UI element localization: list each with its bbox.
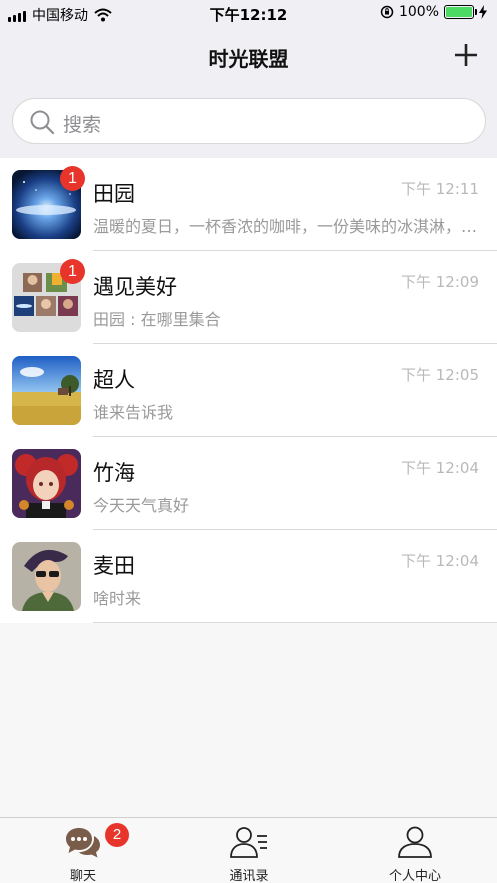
chat-item[interactable]: 麦田 下午 12:04 啥时来 xyxy=(0,530,497,623)
anime-girl-avatar xyxy=(12,449,81,518)
chat-last-message: 田园 : 在哪里集合 xyxy=(93,310,221,329)
search-input[interactable]: 搜索 xyxy=(12,98,486,144)
unread-badge: 1 xyxy=(60,166,85,191)
charging-icon xyxy=(479,5,487,19)
status-bar: 中国移动 下午12:12 100% xyxy=(0,0,497,28)
field-avatar xyxy=(12,356,81,425)
battery-icon xyxy=(444,5,477,19)
chat-last-message: 今天天气真好 xyxy=(93,496,190,515)
tab-label: 聊天 xyxy=(69,869,96,883)
chat-item[interactable]: 竹海 下午 12:04 今天天气真好 xyxy=(0,437,497,530)
search-icon xyxy=(30,110,55,135)
search-placeholder: 搜索 xyxy=(63,114,102,136)
tab-label: 通讯录 xyxy=(229,869,269,883)
tab-contacts[interactable]: 通讯录 xyxy=(166,818,332,883)
chat-bubbles-icon xyxy=(66,828,100,858)
chat-time: 下午 12:04 xyxy=(401,552,479,570)
chat-name: 田园 xyxy=(93,182,135,206)
chat-list: 1 田园 下午 12:11 温暖的夏日，一杯香浓的咖啡，一份美味的冰淇淋，一… … xyxy=(0,158,497,623)
person-icon xyxy=(398,826,432,858)
tab-unread-badge: 2 xyxy=(105,823,129,847)
chat-time: 下午 12:09 xyxy=(401,273,479,291)
unread-badge: 1 xyxy=(60,259,85,284)
chat-time: 下午 12:05 xyxy=(401,366,479,384)
chat-time: 下午 12:04 xyxy=(401,459,479,477)
chat-name: 竹海 xyxy=(93,461,135,485)
page-title: 时光联盟 xyxy=(208,47,289,71)
tab-chat[interactable]: 2 聊天 xyxy=(0,818,166,883)
tab-label: 个人中心 xyxy=(388,869,441,883)
tab-bar: 2 聊天 通讯录 个人中心 xyxy=(0,817,497,883)
chat-name: 麦田 xyxy=(93,554,135,578)
nav-bar: 时光联盟 xyxy=(0,28,497,84)
chat-last-message: 温暖的夏日，一杯香浓的咖啡，一份美味的冰淇淋，一… xyxy=(93,217,483,236)
chat-item[interactable]: 1 田园 下午 12:11 温暖的夏日，一杯香浓的咖啡，一份美味的冰淇淋，一… xyxy=(0,158,497,251)
contacts-icon xyxy=(230,827,267,858)
battery-percent: 100% xyxy=(398,4,439,20)
chat-item[interactable]: 超人 下午 12:05 谁来告诉我 xyxy=(0,344,497,437)
chat-name: 超人 xyxy=(93,368,135,392)
tab-profile[interactable]: 个人中心 xyxy=(332,818,497,883)
chat-time: 下午 12:11 xyxy=(401,180,479,198)
add-button[interactable] xyxy=(453,42,479,68)
chat-last-message: 啥时来 xyxy=(93,589,142,608)
chat-last-message: 谁来告诉我 xyxy=(93,403,174,422)
search-area: 搜索 xyxy=(0,84,497,158)
chat-item[interactable]: 1 遇见美好 下午 12:09 田园 : 在哪里集合 xyxy=(0,251,497,344)
chat-name: 遇见美好 xyxy=(93,275,177,299)
orientation-lock-icon xyxy=(380,5,394,19)
anime-boy-avatar xyxy=(12,542,81,611)
